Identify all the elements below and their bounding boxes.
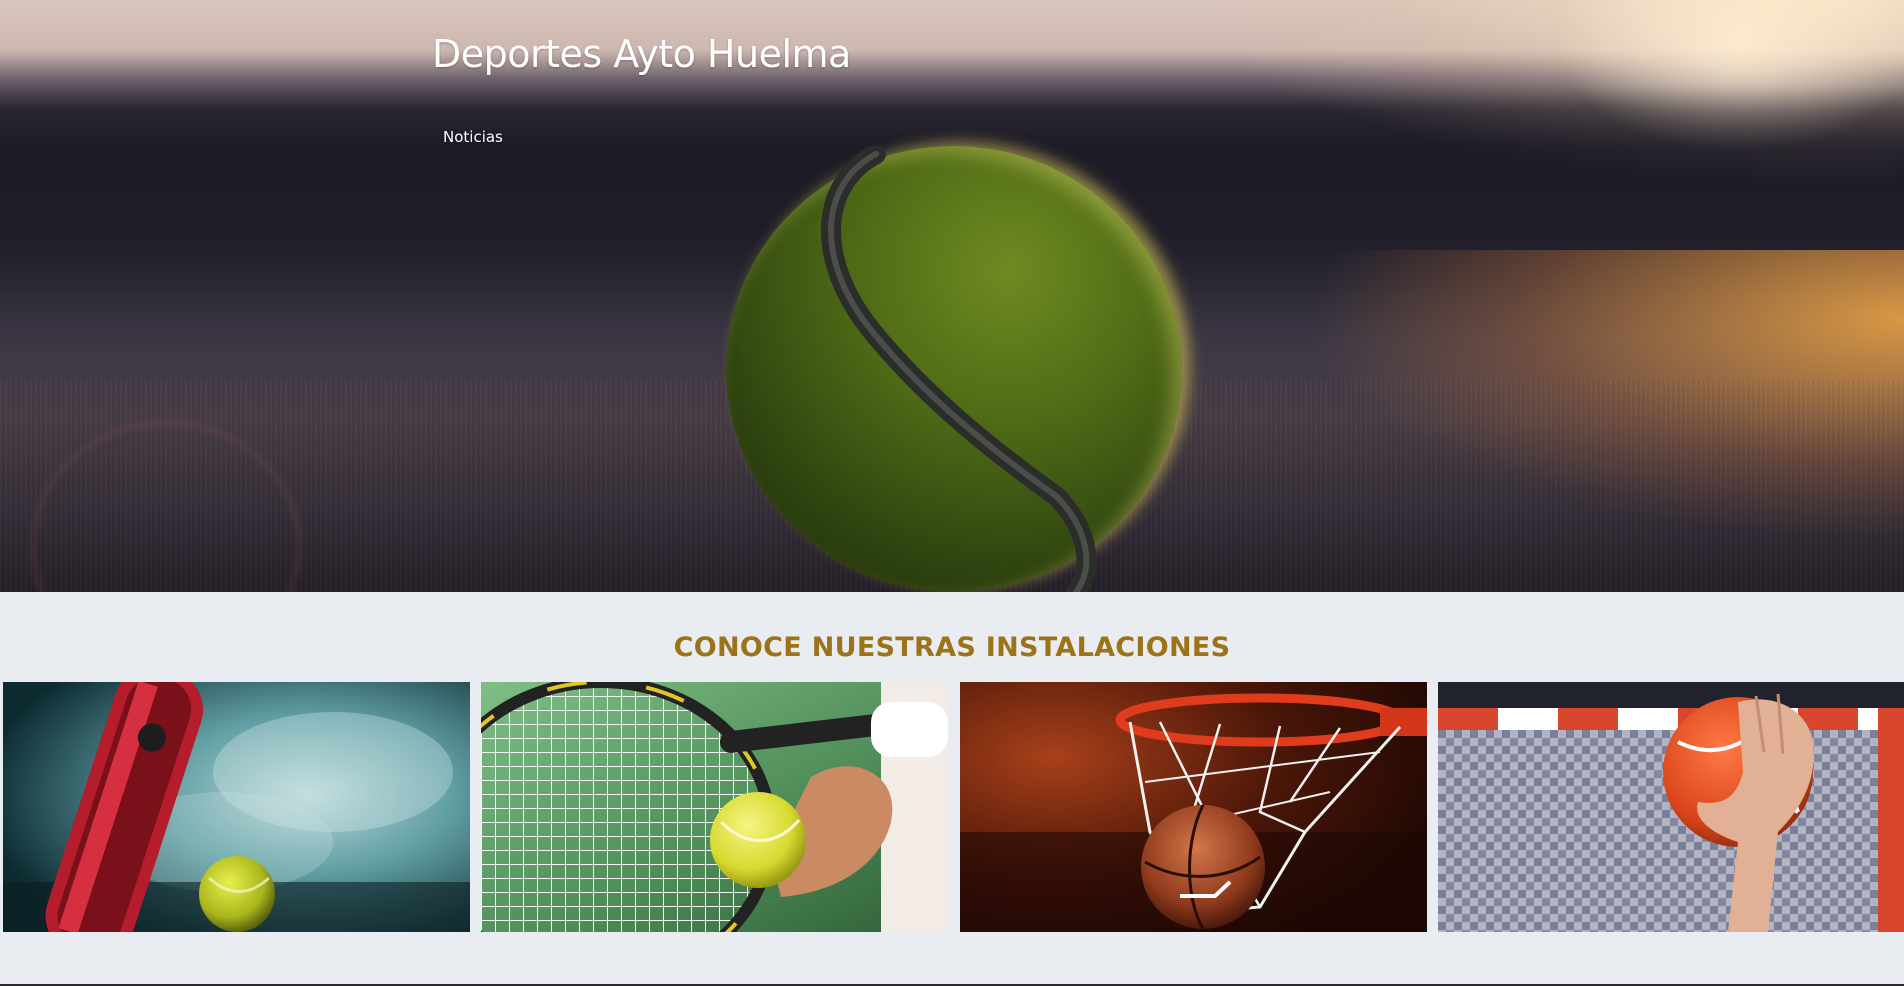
main-nav: Noticias xyxy=(443,128,503,147)
facilities-gallery xyxy=(3,682,1904,932)
section-title: CONOCE NUESTRAS INSTALACIONES xyxy=(673,632,1231,663)
basketball-image xyxy=(960,682,1427,932)
padel-image xyxy=(3,682,470,932)
site-title[interactable]: Deportes Ayto Huelma xyxy=(432,32,851,76)
page: Deportes Ayto Huelma Noticias CONOCE NUE… xyxy=(0,0,1904,986)
facility-card-tennis[interactable] xyxy=(481,682,948,932)
hero-tennis-ball-image xyxy=(726,146,1182,592)
facility-card-padel[interactable] xyxy=(3,682,470,932)
nav-link-noticias[interactable]: Noticias xyxy=(443,128,503,146)
facility-card-handball[interactable] xyxy=(1438,682,1904,932)
handball-image xyxy=(1438,682,1904,932)
hero-header: Deportes Ayto Huelma Noticias xyxy=(0,0,1904,592)
tennis-image xyxy=(481,682,948,932)
facility-card-basketball[interactable] xyxy=(960,682,1427,932)
